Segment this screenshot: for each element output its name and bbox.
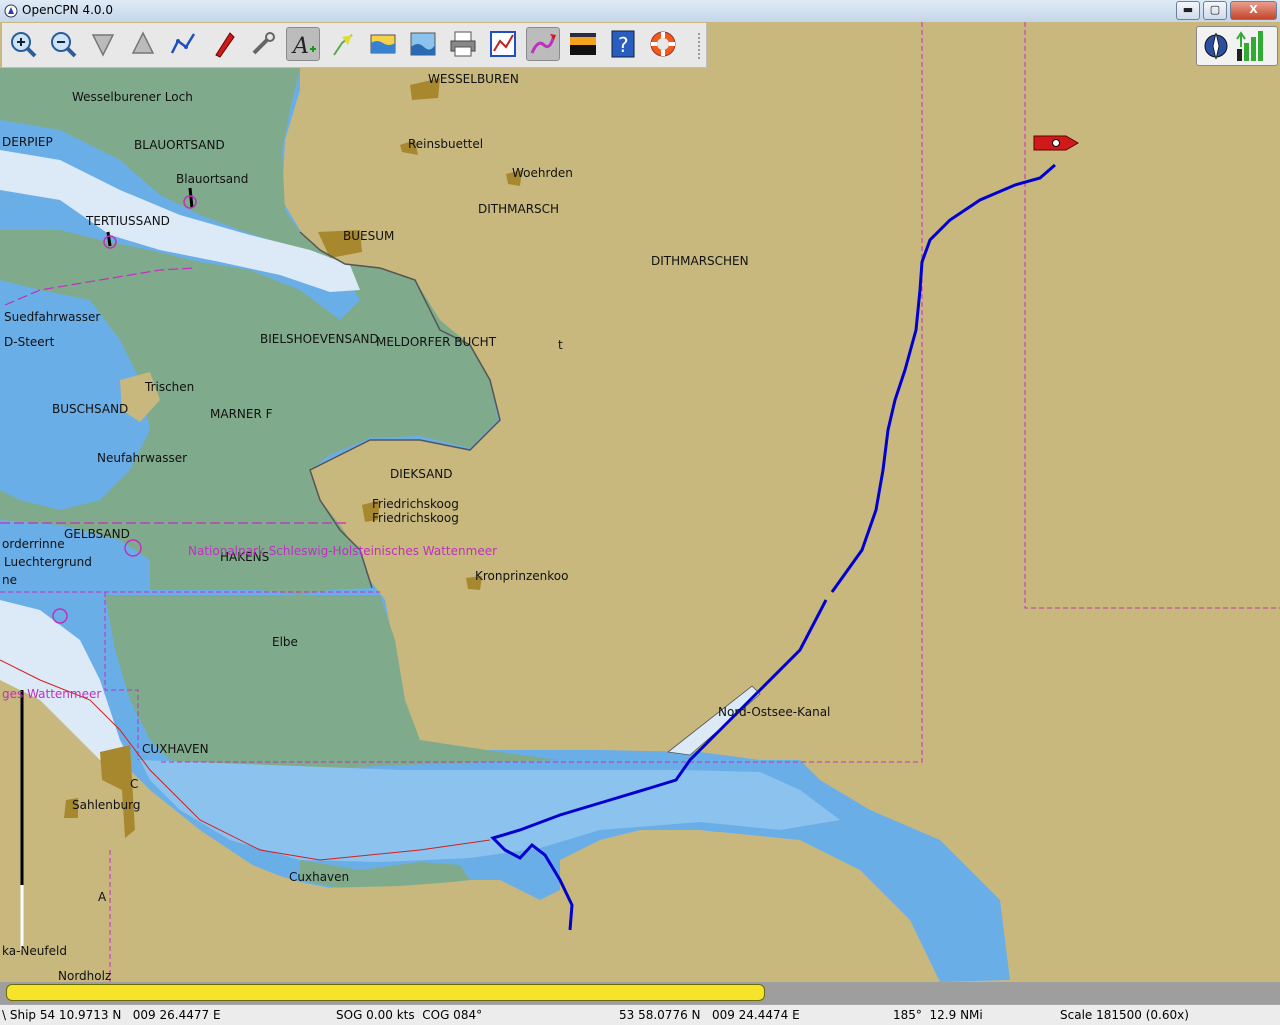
chart-quilting-icon (410, 32, 436, 56)
label-marner: MARNER F (210, 407, 273, 421)
sog-cog: SOG 0.00 kts COG 084° (336, 1008, 483, 1022)
current-icon (333, 34, 353, 56)
label-neufeld: ka-Neufeld (2, 944, 67, 958)
status-indicators[interactable] (1196, 26, 1278, 66)
scale-up-button[interactable] (126, 27, 160, 61)
window-title: OpenCPN 4.0.0 (22, 3, 113, 17)
chart-scale: Scale 181500 (0.60x) (1060, 1008, 1189, 1022)
route-icon (170, 33, 196, 54)
label-neufahrwasser: Neufahrwasser (97, 451, 187, 465)
route-manager-button[interactable] (486, 27, 520, 61)
label-meldorfer-bucht: MELDORFER BUCHT (376, 335, 497, 349)
label-ne: ne (2, 573, 17, 587)
wrench-icon (252, 32, 275, 55)
svg-text:?: ? (618, 33, 629, 57)
label-reinsbuettel: Reinsbuettel (408, 137, 483, 151)
current-button[interactable] (326, 27, 360, 61)
label-sahlenburg: Sahlenburg (72, 798, 140, 812)
scale-up-icon (131, 31, 155, 54)
svg-text:A: A (291, 34, 309, 59)
tide-icon (370, 34, 396, 54)
chart-canvas[interactable]: Wesselburener Loch DERPIEP BLAUORTSAND B… (0, 22, 1280, 982)
zoom-in-icon (11, 32, 37, 58)
status-bar: \ Ship 54 10.9713 N 009 26.4477 E SOG 0.… (0, 1004, 1280, 1025)
tide-button[interactable] (366, 27, 400, 61)
bearing-distance: 185° 12.9 NMi (893, 1008, 983, 1022)
label-bielshoevensand: BIELSHOEVENSAND (260, 332, 379, 346)
label-friedrichskoog-2: Friedrichskoog (372, 511, 459, 525)
minimize-button[interactable]: ▬ (1176, 1, 1200, 20)
label-norderrinne: orderrinne (2, 537, 65, 551)
label-d-steert: D-Steert (4, 335, 55, 349)
maximize-button[interactable]: ▢ (1203, 1, 1227, 20)
title-bar: OpenCPN 4.0.0 ▬ ▢ X (0, 0, 1280, 23)
scale-down-icon (91, 34, 115, 57)
ship-position: \ Ship 54 10.9713 N 009 26.4477 E (2, 1008, 221, 1022)
chart-key[interactable] (6, 984, 765, 1001)
label-dithmarsch: DITHMARSCH (478, 202, 559, 216)
label-friedrichskoog: Friedrichskoog (372, 497, 459, 511)
label-elbe: Elbe (272, 635, 298, 649)
lifebuoy-icon (650, 31, 676, 57)
track-icon (530, 34, 556, 54)
opencpn-app-icon (4, 4, 18, 18)
toolbar-grip[interactable] (696, 31, 702, 61)
label-luechtergrund: Luechtergrund (4, 555, 92, 569)
label-blauortsand: BLAUORTSAND (134, 138, 225, 152)
label-nationalpark: Nationalpark Schleswig-Holsteinisches Wa… (188, 544, 497, 558)
label-buesum: BUESUM (343, 229, 394, 243)
route-manager-icon (490, 31, 516, 57)
auto-follow-button[interactable] (206, 27, 240, 61)
label-wattenmeer: ges Wattenmeer (2, 687, 101, 701)
print-button[interactable] (446, 27, 480, 61)
text-button[interactable]: A (286, 27, 320, 61)
label-gelbsand: GELBSAND (64, 527, 130, 541)
label-a: A (98, 890, 107, 904)
chart-quilting-button[interactable] (406, 27, 440, 61)
mob-button[interactable] (646, 27, 680, 61)
label-blauortsand-2: Blauortsand (176, 172, 248, 186)
label-t: t (558, 338, 563, 352)
chart-bar (0, 982, 1280, 1004)
label-kronprinzenkoog: Kronprinzenkoo (475, 569, 568, 583)
label-dithmarschen: DITHMARSCHEN (651, 254, 749, 268)
label-cuxhaven: Cuxhaven (289, 870, 349, 884)
label-suedfahrwasser: Suedfahrwasser (4, 310, 100, 324)
zoom-out-button[interactable] (46, 27, 80, 61)
help-button[interactable]: ? (606, 27, 640, 61)
label-cuxhaven-caps: CUXHAVEN (142, 742, 209, 756)
close-button[interactable]: X (1230, 1, 1277, 20)
color-scheme-button[interactable] (566, 27, 600, 61)
label-woehrden: Woehrden (512, 166, 573, 180)
scale-down-button[interactable] (86, 27, 120, 61)
land-neuhaus (1000, 620, 1280, 982)
print-icon (450, 31, 476, 57)
route-button[interactable] (166, 27, 200, 61)
zoom-in-button[interactable] (6, 27, 40, 61)
auto-follow-icon (215, 32, 235, 58)
label-dieksand: DIEKSAND (390, 467, 453, 481)
help-icon: ? (611, 30, 635, 58)
label-nord-ostsee-kanal: Nord-Ostsee-Kanal (718, 705, 830, 719)
label-derpiep: DERPIEP (2, 135, 53, 149)
label-trischen: Trischen (144, 380, 194, 394)
label-c: C (130, 777, 138, 791)
compass-gps-icon (1204, 31, 1263, 61)
cursor-position: 53 58.0776 N 009 24.4474 E (619, 1008, 800, 1022)
label-nordholz: Nordholz (58, 969, 111, 982)
label-wesselburen: WESSELBUREN (428, 72, 519, 86)
settings-button[interactable] (246, 27, 280, 61)
label-tertiussand: TERTIUSSAND (85, 214, 170, 228)
track-button[interactable] (526, 27, 560, 61)
label-buschsand: BUSCHSAND (52, 402, 128, 416)
main-toolbar: A ? (2, 23, 707, 68)
zoom-out-icon (51, 32, 77, 58)
label-wesselburener-loch: Wesselburener Loch (72, 90, 193, 104)
text-icon: A (291, 34, 316, 59)
sunset-icon (570, 33, 596, 55)
